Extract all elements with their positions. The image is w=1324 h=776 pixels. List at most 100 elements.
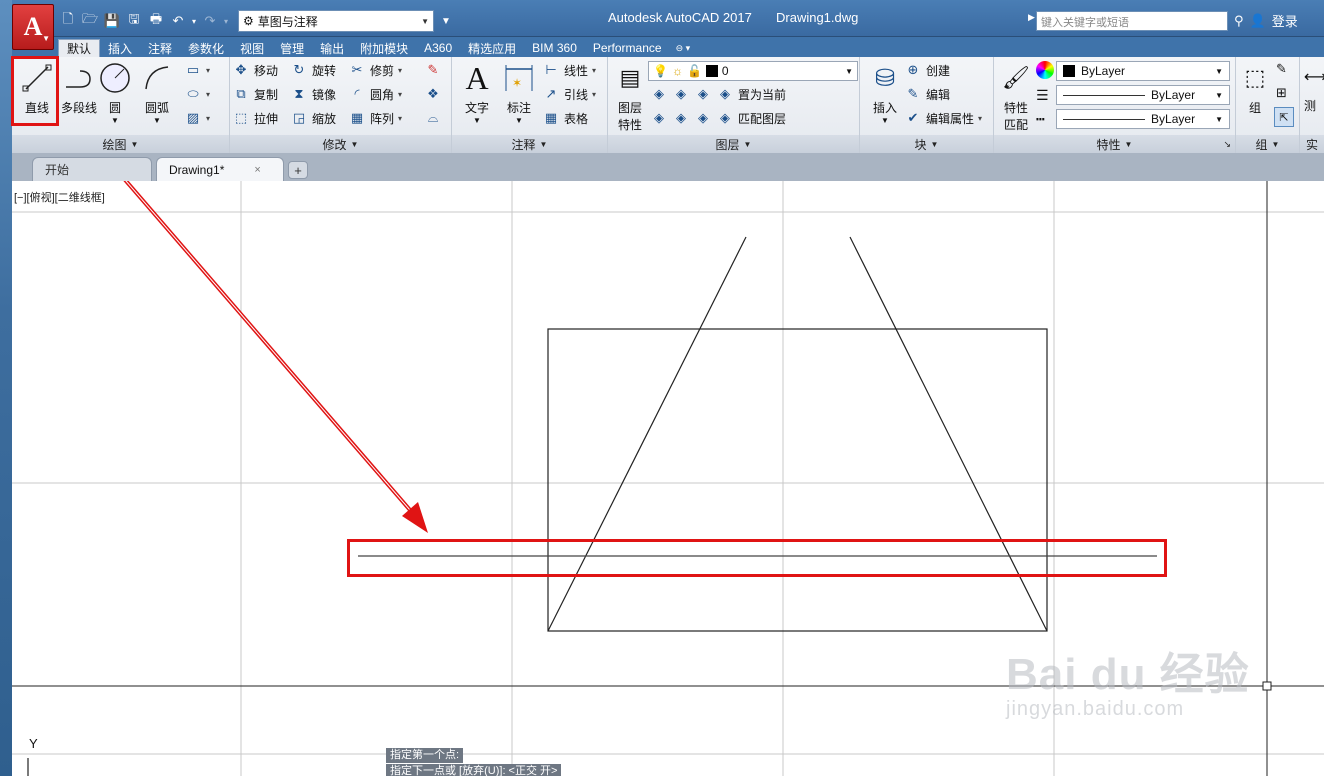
tab-parametric[interactable]: 参数化 (180, 39, 232, 57)
fillet-button[interactable]: ◜ 圆角 ▾ (348, 83, 402, 105)
tab-insert[interactable]: 插入 (100, 39, 140, 57)
arc-button[interactable]: 圆弧 ▼ (134, 61, 180, 133)
user-icon[interactable]: 👤 (1250, 13, 1266, 29)
redo-dropdown-icon[interactable]: ▾ (222, 12, 230, 30)
group-edit-icon[interactable]: ⊞ (1276, 85, 1287, 101)
layer-properties-button[interactable]: ▤ 图层 特性 (610, 61, 650, 133)
search-input[interactable]: 键入关键字或短语 (1036, 11, 1228, 31)
layer-props-label-1: 图层 (617, 101, 642, 115)
rotate-button[interactable]: ↻ 旋转 (290, 59, 336, 81)
group-select-icon[interactable]: ⇱ (1274, 107, 1294, 127)
viewport-controls[interactable]: [−][俯视][二维线框] (14, 189, 105, 205)
chevron-down-icon: ▼ (1215, 66, 1223, 76)
save-as-icon[interactable]: 🖫 (124, 11, 144, 30)
linetype-select[interactable]: ByLayer ▼ (1056, 85, 1230, 105)
layer-thaw-icon[interactable]: ◈ (694, 109, 712, 127)
measure-icon[interactable]: ⟷ (1304, 67, 1324, 87)
redo-icon[interactable]: ↷ (200, 12, 220, 30)
tab-manage[interactable]: 管理 (272, 39, 312, 57)
layer-unisolate-icon[interactable]: ◈ (672, 109, 690, 127)
customize-qa-icon[interactable]: ▼ (436, 12, 456, 30)
tab-bim360[interactable]: BIM 360 (524, 39, 585, 57)
title-bar: 🗋 🗁 💾 🖫 🖶 ↶ ▾ ↷ ▾ ⚙ 草图与注释 ▼ ▼ Autodesk A… (12, 0, 1324, 37)
panel-properties-title[interactable]: 特性 ▼ ↘ (994, 135, 1235, 153)
close-icon[interactable]: × (254, 164, 260, 176)
panel-utilities-title[interactable]: 实 (1300, 135, 1324, 153)
panel-draw-title[interactable]: 绘图 ▼ (12, 135, 229, 153)
ungroup-icon[interactable]: ✎ (1276, 61, 1287, 77)
tab-featured-apps[interactable]: 精选应用 (460, 39, 524, 57)
hatch-pattern-button[interactable]: ▨ ▾ (184, 107, 210, 129)
group-button[interactable]: ⬚ 组 (1238, 61, 1272, 133)
copy-button[interactable]: ⧉ 复制 (232, 83, 278, 105)
table-button[interactable]: ▦ 表格 (542, 107, 588, 129)
print-icon[interactable]: 🖶 (146, 11, 166, 30)
erase-button[interactable]: ✎ (424, 59, 442, 81)
mirror-button[interactable]: ⧗ 镜像 (290, 83, 336, 105)
login-link[interactable]: 登录 (1272, 11, 1298, 30)
panel-groups-title[interactable]: 组 ▼ (1236, 135, 1299, 153)
set-current-label[interactable]: 置为当前 (738, 86, 786, 103)
dialog-launcher-icon[interactable]: ↘ (1223, 139, 1231, 150)
lineweight-select[interactable]: ByLayer ▼ (1056, 109, 1230, 129)
stretch-button[interactable]: ⬚ 拉伸 (232, 107, 278, 129)
ribbon-minimize-icon[interactable]: ⊖ ▾ (676, 39, 691, 57)
binoculars-icon[interactable]: ⚲ (1234, 13, 1244, 29)
dimension-button[interactable]: ✶ 标注 ▼ (496, 61, 542, 133)
rectangle-button[interactable]: ▭ ▾ (184, 59, 210, 81)
explode-button[interactable]: ❖ (424, 83, 442, 105)
quick-access-toolbar: 🗋 🗁 💾 🖫 🖶 ↶ ▾ ↷ ▾ ⚙ 草图与注释 ▼ ▼ (58, 10, 456, 32)
tab-drawing1[interactable]: Drawing1* × (156, 157, 284, 181)
panel-annotation-title[interactable]: 注释 ▼ (452, 135, 607, 153)
create-block-button[interactable]: ⊕ 创建 (904, 59, 950, 81)
new-file-icon[interactable]: 🗋 (58, 11, 78, 30)
offset-button[interactable]: ⌓ (424, 107, 442, 129)
edit-block-button[interactable]: ✎ 编辑 (904, 83, 950, 105)
match-properties-button[interactable]: 🖌 特性 匹配 (996, 61, 1036, 133)
tab-start[interactable]: 开始 (32, 157, 152, 181)
leader-label: 引线 (564, 87, 589, 102)
undo-icon[interactable]: ↶ (168, 12, 188, 30)
new-tab-button[interactable]: + (288, 161, 308, 179)
open-file-icon[interactable]: 🗁 (80, 11, 100, 30)
workspace-select[interactable]: ⚙ 草图与注释 ▼ (238, 10, 434, 32)
scale-button[interactable]: ◲ 缩放 (290, 107, 336, 129)
tab-addins[interactable]: 附加模块 (352, 39, 416, 57)
tab-annotate[interactable]: 注释 (140, 39, 180, 57)
text-label: 文字 (464, 101, 489, 115)
layer-isolate-icon[interactable]: ◈ (672, 85, 690, 103)
circle-button[interactable]: 圆 ▼ (92, 61, 138, 133)
layer-on-icon[interactable]: ◈ (650, 109, 668, 127)
leader-button[interactable]: ↗ 引线 ▾ (542, 83, 596, 105)
layer-lock-icon[interactable]: ◈ (716, 85, 734, 103)
layer-freeze-icon[interactable]: ◈ (694, 85, 712, 103)
linear-button[interactable]: ⊢ 线性 ▾ (542, 59, 596, 81)
panel-modify-title[interactable]: 修改 ▼ (230, 135, 451, 153)
layer-off-icon[interactable]: ◈ (650, 85, 668, 103)
tab-view[interactable]: 视图 (232, 39, 272, 57)
current-layer-value: 0 (721, 64, 729, 78)
tab-output[interactable]: 输出 (312, 39, 352, 57)
edit-attributes-button[interactable]: ✔ 编辑属性 ▾ (904, 107, 982, 129)
undo-dropdown-icon[interactable]: ▾ (190, 12, 198, 30)
tab-a360[interactable]: A360 (416, 39, 460, 57)
insert-button[interactable]: ⛁ 插入 ▼ (862, 61, 908, 133)
match-layer-label[interactable]: 匹配图层 (738, 110, 786, 127)
panel-block-title[interactable]: 块 ▼ (860, 135, 993, 153)
color-select[interactable]: ByLayer ▼ (1056, 61, 1230, 81)
array-button[interactable]: ▦ 阵列 ▾ (348, 107, 402, 129)
layer-unlock-icon[interactable]: ◈ (716, 109, 734, 127)
hatch-button[interactable]: ⬭ ▾ (184, 83, 210, 105)
trim-button[interactable]: ✂ 修剪 ▾ (348, 59, 402, 81)
tab-home[interactable]: 默认 (58, 39, 101, 57)
text-button[interactable]: A 文字 ▼ (454, 60, 500, 133)
layer-select[interactable]: 💡 ☼ 🔓 0 ▼ (648, 61, 858, 81)
move-button[interactable]: ✥ 移动 (232, 59, 278, 81)
search-expand-icon[interactable]: ▶ (1028, 12, 1035, 23)
tab-performance[interactable]: Performance (585, 39, 670, 57)
save-icon[interactable]: 💾 (102, 12, 122, 30)
panel-layers-title[interactable]: 图层 ▼ (608, 135, 859, 153)
application-menu-button[interactable]: A ▼ (12, 4, 54, 50)
panel-groups: ⬚ 组 ✎ ⊞ ⇱ 组 ▼ (1236, 57, 1300, 153)
move-icon: ✥ (235, 62, 247, 77)
